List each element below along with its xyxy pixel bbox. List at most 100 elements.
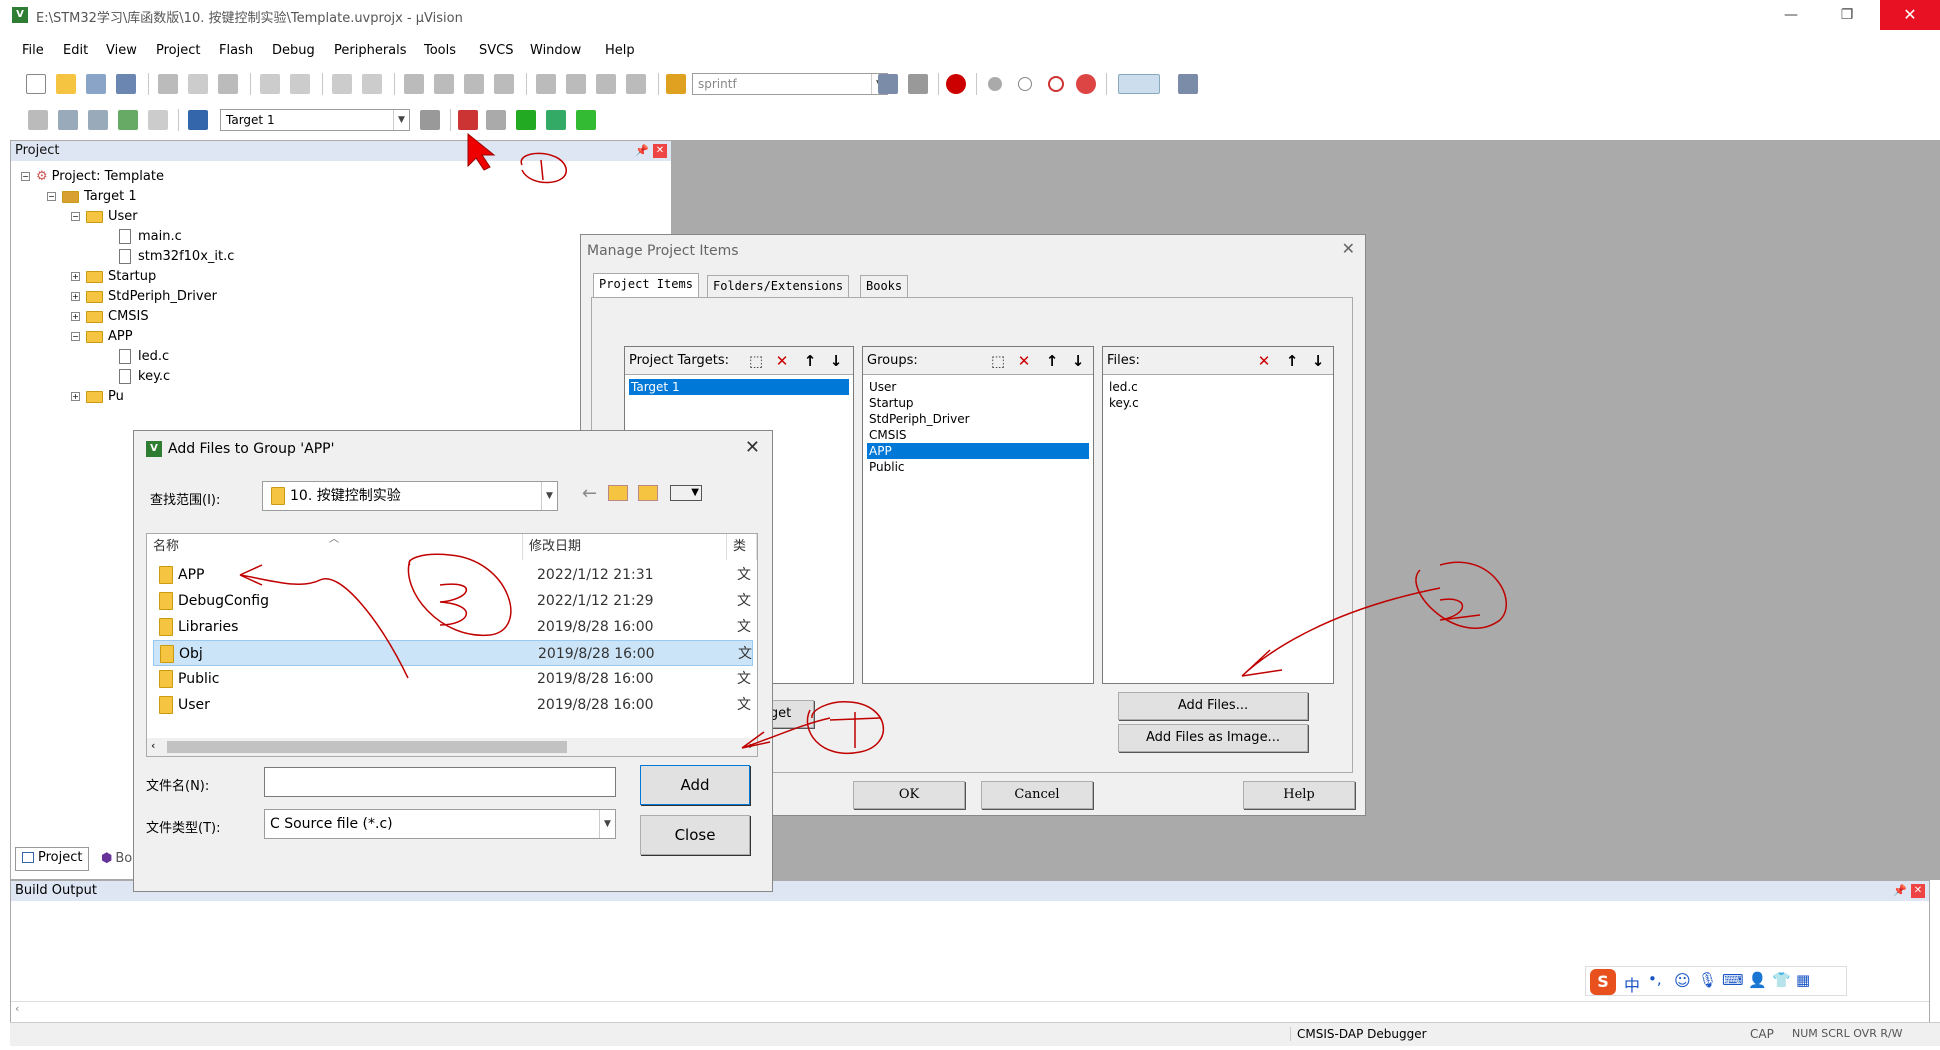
up-folder-icon[interactable] [608, 485, 628, 501]
file-list[interactable]: 名称 ︿ 修改日期 类 APP 2022/1/12 21:31 文 DebugCon… [146, 533, 758, 757]
disable-breakpoint-icon[interactable] [1018, 77, 1032, 91]
open-file-icon[interactable] [56, 74, 76, 94]
nav-forward-icon[interactable] [362, 74, 382, 94]
breakpoint-icon[interactable] [988, 77, 1002, 91]
menu-help[interactable]: Help [605, 43, 635, 58]
manage-project-items-icon[interactable] [458, 110, 478, 130]
move-down-icon[interactable]: ↓ [825, 351, 847, 371]
filetype-select[interactable]: C Source file (*.c) ▼ [264, 809, 616, 839]
manage-runtime-icon[interactable] [546, 110, 566, 130]
group-item[interactable]: User [867, 379, 1089, 395]
restore-button[interactable]: ❐ [1824, 0, 1870, 30]
horizontal-scrollbar[interactable]: ‹ [11, 1001, 1929, 1017]
unindent-icon[interactable] [566, 74, 586, 94]
menu-debug[interactable]: Debug [272, 43, 315, 58]
pin-icon[interactable]: 📌 [635, 144, 649, 157]
find-icon[interactable] [878, 74, 898, 94]
tab-folders-extensions[interactable]: Folders/Extensions [707, 275, 850, 297]
cancel-button[interactable]: Cancel [981, 781, 1093, 809]
column-date[interactable]: 修改日期 [523, 534, 727, 560]
menu-svcs[interactable]: SVCS [479, 43, 513, 58]
tree-file-led[interactable]: led.c [119, 347, 169, 367]
redo-icon[interactable] [290, 74, 310, 94]
scroll-right-icon[interactable]: › [749, 739, 753, 752]
move-up-icon[interactable]: ↑ [1281, 351, 1303, 371]
delete-target-icon[interactable]: ✕ [771, 351, 793, 371]
column-type[interactable]: 类 [727, 534, 757, 560]
tab-books[interactable]: Books [860, 275, 909, 297]
tree-file-it[interactable]: stm32f10x_it.c [119, 247, 234, 267]
translate-icon[interactable] [28, 110, 48, 130]
nav-back-icon[interactable] [332, 74, 352, 94]
file-row-libraries[interactable]: Libraries 2019/8/28 16:00 文 [153, 614, 753, 640]
comment-icon[interactable] [596, 74, 616, 94]
tree-target[interactable]: − Target 1 [47, 187, 137, 207]
configure-icon[interactable] [1178, 74, 1198, 94]
move-up-icon[interactable]: ↑ [799, 351, 821, 371]
target-combo[interactable]: Target 1 ▼ [220, 109, 410, 131]
back-icon[interactable]: ← [582, 483, 597, 504]
new-target-icon[interactable]: ⬚ [745, 351, 767, 371]
horizontal-scrollbar[interactable]: ‹ › [147, 738, 757, 756]
panel-close-icon[interactable]: ✕ [1911, 884, 1925, 898]
tab-project-items[interactable]: Project Items [593, 273, 699, 297]
close-button[interactable]: Close [640, 815, 750, 855]
emoji-icon[interactable]: ☺ [1674, 971, 1691, 990]
ime-punct[interactable]: •, [1648, 970, 1662, 988]
close-window-button[interactable]: ✕ [1880, 0, 1940, 30]
delete-group-icon[interactable]: ✕ [1013, 351, 1035, 371]
find-in-files-icon[interactable] [666, 74, 686, 94]
menu-tools[interactable]: Tools [424, 43, 456, 58]
menu-peripherals[interactable]: Peripherals [334, 43, 407, 58]
stop-build-icon[interactable] [148, 110, 168, 130]
clear-bookmarks-icon[interactable] [494, 74, 514, 94]
save-icon[interactable] [86, 74, 106, 94]
menu-flash[interactable]: Flash [219, 43, 253, 58]
bookmark-icon[interactable] [404, 74, 424, 94]
move-down-icon[interactable]: ↓ [1307, 351, 1329, 371]
file-item[interactable]: key.c [1107, 395, 1329, 411]
prev-bookmark-icon[interactable] [434, 74, 454, 94]
file-item[interactable]: led.c [1107, 379, 1329, 395]
add-files-button[interactable]: Add Files... [1118, 692, 1308, 720]
dialog-close-icon[interactable]: ✕ [745, 437, 760, 458]
tree-file-main[interactable]: main.c [119, 227, 182, 247]
tree-group-public[interactable]: + Pu [71, 387, 124, 407]
move-down-icon[interactable]: ↓ [1067, 351, 1089, 371]
ime-chinese-mode[interactable]: 中 [1624, 972, 1640, 996]
cut-icon[interactable] [158, 74, 178, 94]
help-button[interactable]: Help [1243, 781, 1355, 809]
indent-icon[interactable] [536, 74, 556, 94]
add-files-as-image-button[interactable]: Add Files as Image... [1118, 724, 1308, 752]
group-item[interactable]: Startup [867, 395, 1089, 411]
select-packs-icon[interactable] [486, 110, 506, 130]
file-row-obj[interactable]: Obj 2019/8/28 16:00 文 [153, 640, 753, 666]
add-button[interactable]: Add [640, 765, 750, 805]
kill-all-breakpoints-icon[interactable] [1076, 74, 1096, 94]
scroll-thumb[interactable] [167, 741, 567, 753]
file-row-user[interactable]: User 2019/8/28 16:00 文 [153, 692, 753, 718]
pin-icon[interactable]: 📌 [1893, 884, 1907, 897]
paste-icon[interactable] [218, 74, 238, 94]
move-up-icon[interactable]: ↑ [1041, 351, 1063, 371]
menu-window[interactable]: Window [530, 43, 581, 58]
file-row-debugconfig[interactable]: DebugConfig 2022/1/12 21:29 文 [153, 588, 753, 614]
copy-icon[interactable] [188, 74, 208, 94]
tab-project[interactable]: Project [15, 847, 90, 871]
find-combo[interactable]: sprintf▼ [692, 73, 888, 95]
pack-installer-icon[interactable] [516, 110, 536, 130]
target-item[interactable]: Target 1 [629, 379, 849, 395]
keyboard-icon[interactable]: ⌨ [1722, 971, 1744, 989]
skin-icon[interactable]: 👕 [1772, 971, 1791, 989]
toolbox-icon[interactable]: ▦ [1796, 971, 1810, 989]
group-item[interactable]: CMSIS [867, 427, 1089, 443]
scroll-left-icon[interactable]: ‹ [151, 739, 155, 752]
software-packs-icon[interactable] [576, 110, 596, 130]
window-layout-icon[interactable] [1118, 74, 1160, 94]
filename-input[interactable] [264, 767, 616, 797]
user-icon[interactable]: 👤 [1748, 971, 1767, 989]
debug-session-icon[interactable] [946, 74, 966, 94]
download-icon[interactable] [188, 110, 208, 130]
menu-file[interactable]: File [22, 43, 44, 58]
next-bookmark-icon[interactable] [464, 74, 484, 94]
